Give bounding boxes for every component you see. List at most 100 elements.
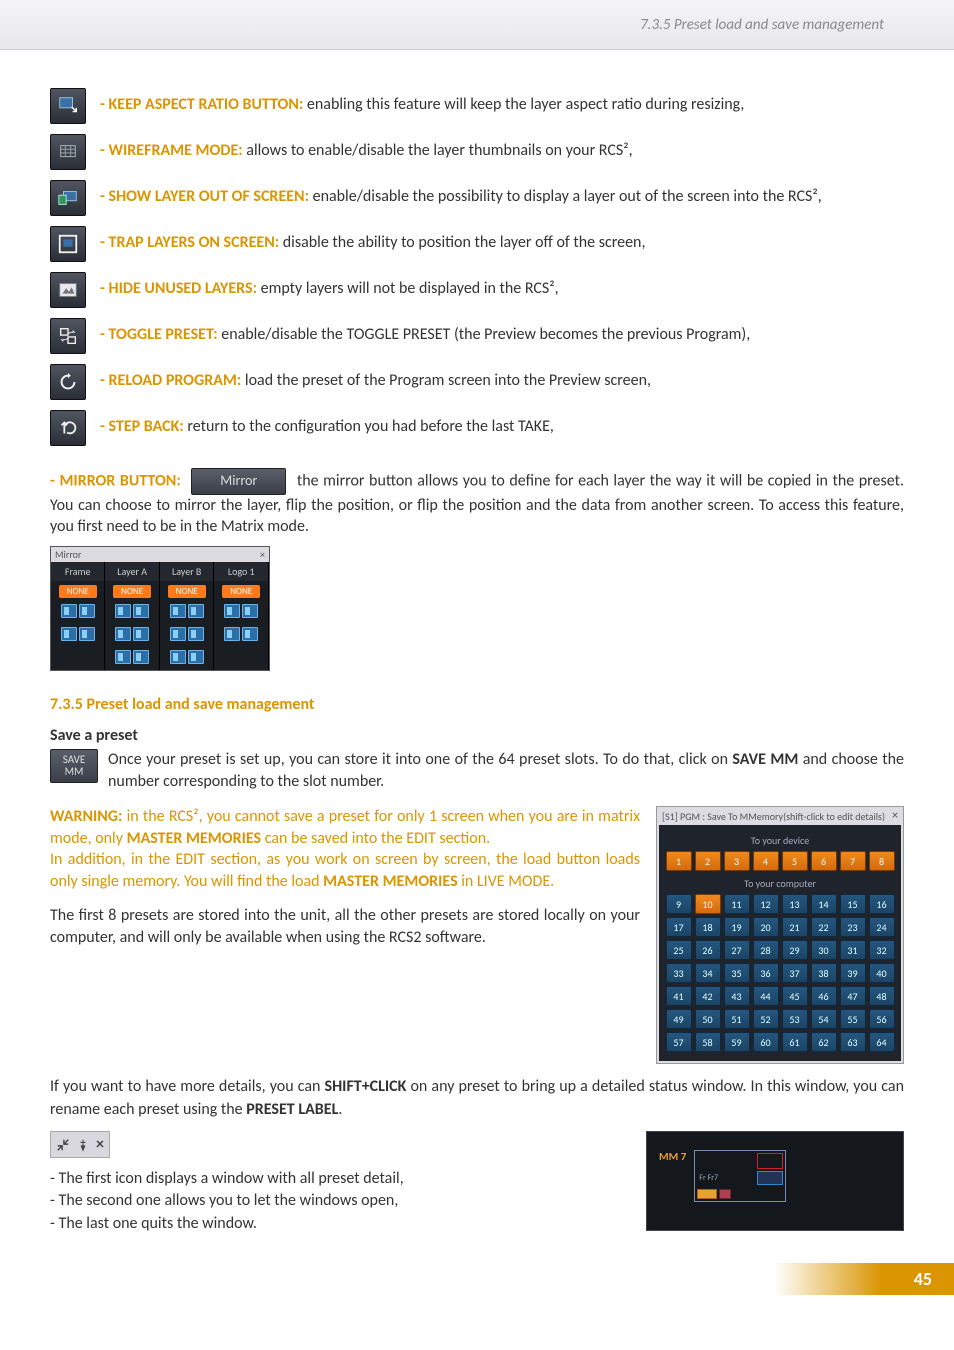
preset-slot-6[interactable]: 6: [811, 851, 837, 871]
preset-slot-37[interactable]: 37: [782, 963, 808, 983]
preset-slot-39[interactable]: 39: [840, 963, 866, 983]
preset-slot-38[interactable]: 38: [811, 963, 837, 983]
preset-slot-59[interactable]: 59: [724, 1032, 750, 1052]
close-icon[interactable]: ×: [96, 1135, 104, 1154]
preset-slot-28[interactable]: 28: [753, 940, 779, 960]
preset-slot-53[interactable]: 53: [782, 1009, 808, 1029]
mm7-label: MM 7: [659, 1150, 686, 1163]
mirror-none[interactable]: NONE: [168, 585, 206, 598]
preset-slot-18[interactable]: 18: [695, 917, 721, 937]
preset-slot-7[interactable]: 7: [840, 851, 866, 871]
keep-aspect-text: enabling this feature will keep the laye…: [303, 95, 744, 114]
mm7-preview: MM 7 Fr Fr7: [646, 1131, 904, 1231]
keep-aspect-label: - KEEP ASPECT RATIO BUTTON:: [100, 95, 303, 114]
preset-slot-57[interactable]: 57: [666, 1032, 692, 1052]
expand-icon[interactable]: [56, 1138, 70, 1152]
preset-slot-4[interactable]: 4: [753, 851, 779, 871]
preset-slot-45[interactable]: 45: [782, 986, 808, 1006]
preset-slot-1[interactable]: 1: [666, 851, 692, 871]
save-mm-button[interactable]: SAVEMM: [50, 749, 98, 783]
preset-slot-19[interactable]: 19: [724, 917, 750, 937]
preset-slot-43[interactable]: 43: [724, 986, 750, 1006]
preset-storage-note: The first 8 presets are stored into the …: [50, 905, 640, 950]
preset-slot-35[interactable]: 35: [724, 963, 750, 983]
preset-slot-16[interactable]: 16: [869, 894, 895, 914]
preset-grid-panel: [S1] PGM : Save To MMemory(shift-click t…: [656, 806, 904, 1064]
preset-slot-25[interactable]: 25: [666, 940, 692, 960]
trap-layers-icon: [50, 226, 86, 262]
preset-slot-23[interactable]: 23: [840, 917, 866, 937]
preset-slot-52[interactable]: 52: [753, 1009, 779, 1029]
mirror-button[interactable]: Mirror: [191, 468, 286, 495]
wireframe-label: - WIREFRAME MODE:: [100, 141, 243, 160]
preset-slot-49[interactable]: 49: [666, 1009, 692, 1029]
preset-slot-61[interactable]: 61: [782, 1032, 808, 1052]
preset-slot-13[interactable]: 13: [782, 894, 808, 914]
preset-slot-58[interactable]: 58: [695, 1032, 721, 1052]
wireframe-text: allows to enable/disable the layer thumb…: [243, 141, 633, 160]
keep-aspect-ratio-icon: [50, 88, 86, 124]
preset-slot-26[interactable]: 26: [695, 940, 721, 960]
mirror-none[interactable]: NONE: [113, 585, 151, 598]
preset-slot-30[interactable]: 30: [811, 940, 837, 960]
mirror-col-frame: Frame: [51, 562, 105, 581]
close-icon[interactable]: ×: [892, 809, 898, 823]
preset-grid-title: [S1] PGM : Save To MMemory(shift-click t…: [662, 810, 885, 823]
preset-slot-63[interactable]: 63: [840, 1032, 866, 1052]
preset-slot-51[interactable]: 51: [724, 1009, 750, 1029]
preset-slot-31[interactable]: 31: [840, 940, 866, 960]
preset-slot-17[interactable]: 17: [666, 917, 692, 937]
preset-slot-3[interactable]: 3: [724, 851, 750, 871]
preset-slot-24[interactable]: 24: [869, 917, 895, 937]
mirror-col-b: Layer B: [159, 562, 214, 581]
mirror-none[interactable]: NONE: [59, 585, 97, 598]
preset-slot-21[interactable]: 21: [782, 917, 808, 937]
save-preset-subhead: Save a preset: [50, 726, 904, 745]
mirror-none[interactable]: NONE: [222, 585, 260, 598]
preset-slot-10[interactable]: 10: [695, 894, 721, 914]
preset-slot-5[interactable]: 5: [782, 851, 808, 871]
preset-slot-33[interactable]: 33: [666, 963, 692, 983]
preset-slot-55[interactable]: 55: [840, 1009, 866, 1029]
preset-slot-60[interactable]: 60: [753, 1032, 779, 1052]
save-text: Once your preset is set up, you can stor…: [108, 750, 732, 769]
breadcrumb-text: 7.3.5 Preset load and save management: [640, 16, 884, 34]
preset-slot-50[interactable]: 50: [695, 1009, 721, 1029]
mirror-col-a: Layer A: [105, 562, 160, 581]
preset-slot-56[interactable]: 56: [869, 1009, 895, 1029]
preset-slot-62[interactable]: 62: [811, 1032, 837, 1052]
preset-slot-42[interactable]: 42: [695, 986, 721, 1006]
page-number: 45: [892, 1263, 954, 1295]
preset-slot-27[interactable]: 27: [724, 940, 750, 960]
preset-slot-15[interactable]: 15: [840, 894, 866, 914]
preset-slot-46[interactable]: 46: [811, 986, 837, 1006]
reload-label: - RELOAD PROGRAM:: [100, 371, 241, 390]
preset-slot-12[interactable]: 12: [753, 894, 779, 914]
preset-slot-34[interactable]: 34: [695, 963, 721, 983]
preset-slot-20[interactable]: 20: [753, 917, 779, 937]
preset-slot-29[interactable]: 29: [782, 940, 808, 960]
preset-slot-8[interactable]: 8: [869, 851, 895, 871]
preset-slot-22[interactable]: 22: [811, 917, 837, 937]
preset-slot-64[interactable]: 64: [869, 1032, 895, 1052]
preset-slot-32[interactable]: 32: [869, 940, 895, 960]
preset-slot-44[interactable]: 44: [753, 986, 779, 1006]
save-mm-bold: SAVE MM: [732, 750, 798, 769]
preset-slot-54[interactable]: 54: [811, 1009, 837, 1029]
show-out-of-screen-icon: [50, 180, 86, 216]
preset-slot-14[interactable]: 14: [811, 894, 837, 914]
preset-slot-47[interactable]: 47: [840, 986, 866, 1006]
header-breadcrumb: 7.3.5 Preset load and save management: [0, 0, 954, 50]
preset-slot-2[interactable]: 2: [695, 851, 721, 871]
preset-slot-11[interactable]: 11: [724, 894, 750, 914]
pin-icon[interactable]: [76, 1138, 90, 1152]
preset-slot-9[interactable]: 9: [666, 894, 692, 914]
preset-slot-41[interactable]: 41: [666, 986, 692, 1006]
preset-slot-48[interactable]: 48: [869, 986, 895, 1006]
preset-slot-36[interactable]: 36: [753, 963, 779, 983]
preset-slot-40[interactable]: 40: [869, 963, 895, 983]
mirror-panel: Mirror × Frame Layer A Layer B Logo 1 NO…: [50, 546, 270, 671]
close-icon[interactable]: ×: [260, 548, 265, 561]
trap-label: - TRAP LAYERS ON SCREEN:: [100, 233, 279, 252]
mirror-label: - MIRROR BUTTON:: [50, 471, 181, 490]
